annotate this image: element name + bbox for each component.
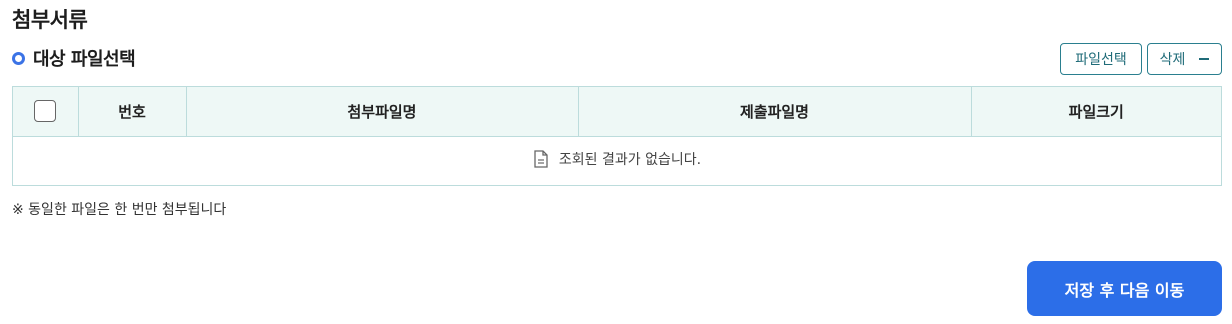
page-title: 첨부서류: [12, 8, 88, 32]
file-table: 번호 첨부파일명 제출파일명 파일크기 조회된 결과가 없습니다.: [12, 86, 1222, 186]
column-header-number: 번호: [78, 87, 187, 137]
select-all-header: [13, 87, 79, 137]
ring-bullet-icon: [12, 51, 25, 65]
select-all-checkbox[interactable]: [34, 100, 57, 123]
delete-button[interactable]: 삭제: [1147, 43, 1222, 75]
empty-message: 조회된 결과가 없습니다.: [558, 152, 702, 168]
empty-cell: 조회된 결과가 없습니다.: [13, 136, 1221, 185]
column-header-attach-name: 첨부파일명: [186, 87, 579, 137]
column-header-file-size: 파일크기: [971, 87, 1221, 137]
minus-icon: [1199, 58, 1210, 60]
document-icon: [534, 150, 548, 168]
column-header-submit-name: 제출파일명: [578, 87, 972, 137]
section-header: 대상 파일선택: [12, 45, 136, 71]
select-file-button[interactable]: 파일선택: [1060, 43, 1142, 75]
section-title: 대상 파일선택: [33, 49, 136, 70]
delete-label: 삭제: [1159, 52, 1186, 68]
empty-row: 조회된 결과가 없습니다.: [13, 136, 1221, 185]
save-and-next-button[interactable]: 저장 후 다음 이동: [1027, 261, 1222, 316]
table-header-row: 번호 첨부파일명 제출파일명 파일크기: [13, 87, 1221, 137]
select-file-label: 파일선택: [1075, 52, 1127, 68]
duplicate-notice: ※ 동일한 파일은 한 번만 첨부됩니다: [12, 202, 227, 218]
